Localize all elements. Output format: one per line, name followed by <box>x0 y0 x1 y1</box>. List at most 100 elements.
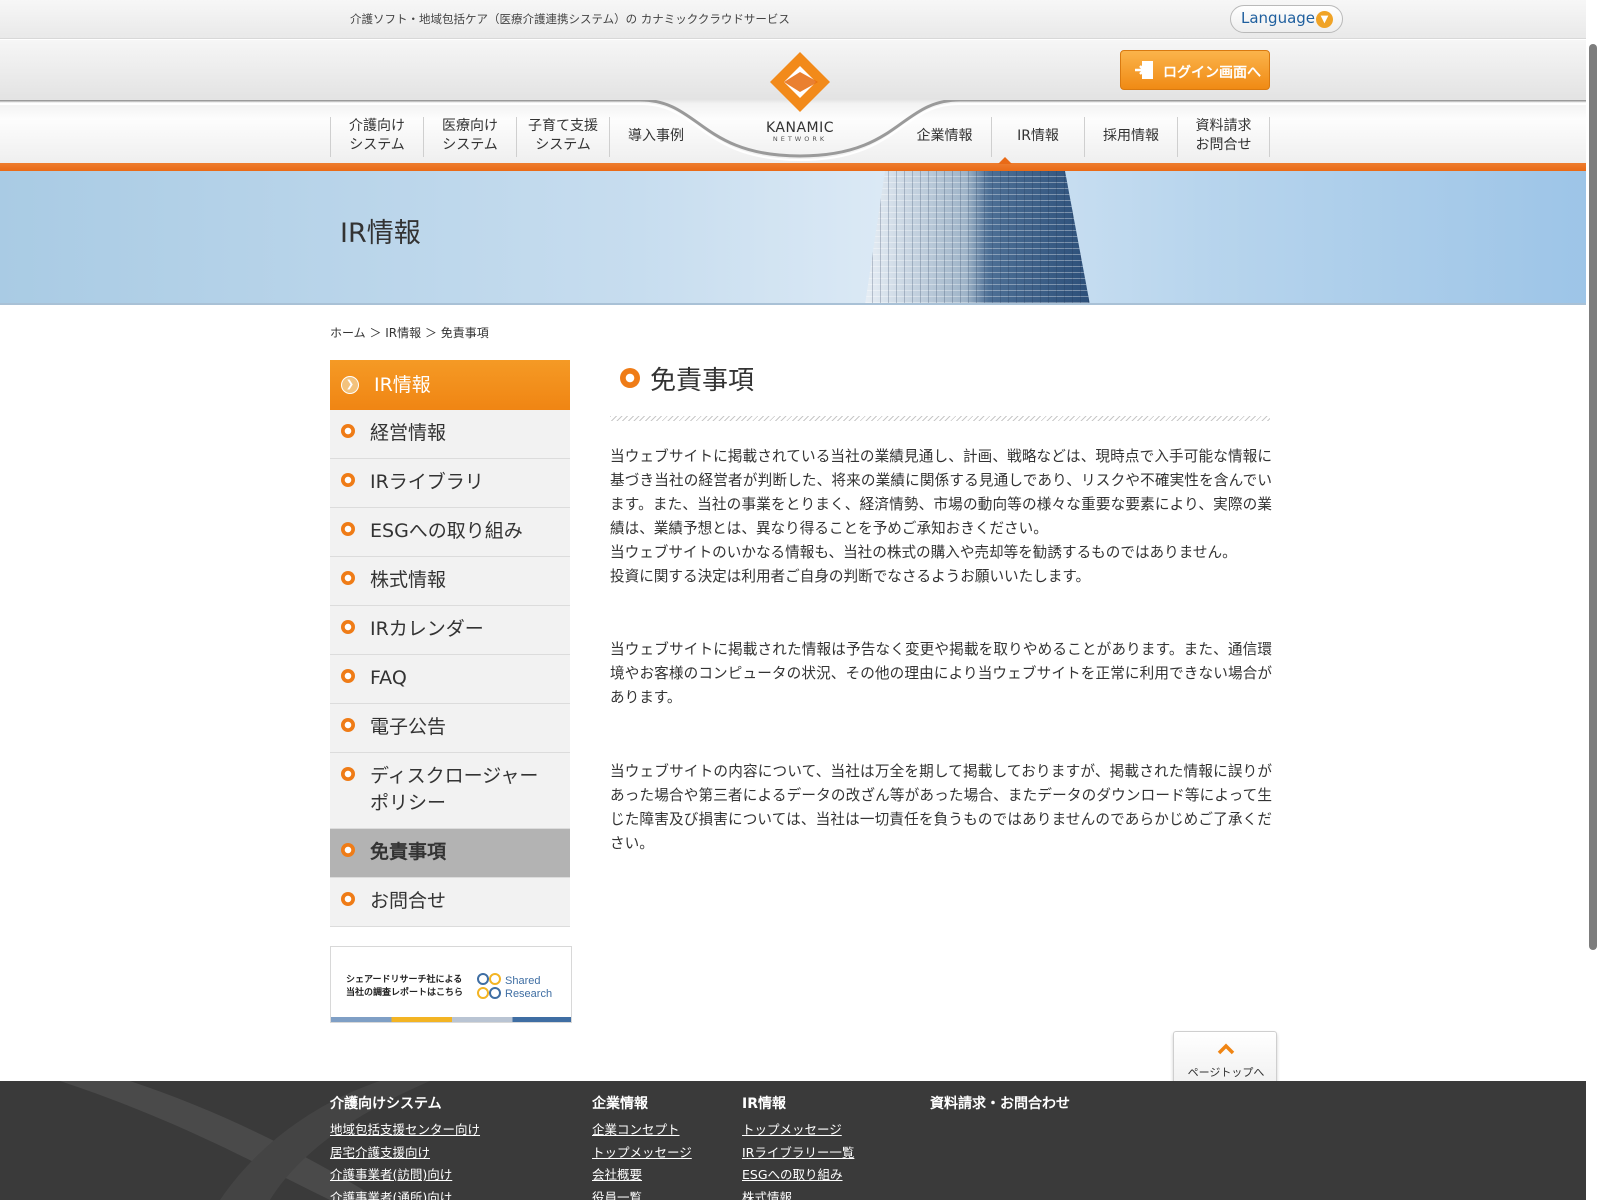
language-button[interactable]: Language ▼ <box>1230 5 1343 33</box>
page-top-label: ページトップへ <box>1187 1066 1265 1079</box>
banner-color-bar <box>331 1017 571 1022</box>
nav-label: IR情報 <box>1017 128 1059 144</box>
banner-text: シェアードリサーチ社による 当社の調査レポートはこちら <box>346 975 464 998</box>
banner-brand-2: Research <box>505 988 552 1000</box>
bullet-icon <box>341 522 355 536</box>
sidebar: ❯ IR情報 経営情報 IRライブラリ ESGへの取り組み 株式情報 IRカレン… <box>330 360 570 927</box>
footer-heading: IR情報 <box>742 1096 786 1112</box>
nav-label: 資料請求 お問合せ <box>1195 118 1252 153</box>
footer: 介護向けシステム 地域包括支援センター向け 居宅介護支援向け 介護事業者(訪問)… <box>0 1081 1600 1200</box>
nav-active-pointer <box>998 157 1012 164</box>
footer-link[interactable]: 会社概要 <box>592 1164 692 1187</box>
footer-link[interactable]: 地域包括支援センター向け <box>330 1119 480 1142</box>
sidebar-item-contact[interactable]: お問合せ <box>330 878 570 927</box>
footer-column-kaigo: 介護向けシステム 地域包括支援センター向け 居宅介護支援向け 介護事業者(訪問)… <box>330 1093 480 1200</box>
footer-column-contact: 資料請求・お問合わせ <box>930 1093 1070 1119</box>
sidebar-item-label: ESGへの取り組み <box>370 520 523 542</box>
logo-word: KANAMIC <box>765 120 835 136</box>
nav-label: 介護向け システム <box>349 118 405 153</box>
bullet-icon <box>341 669 355 683</box>
sidebar-item-label: FAQ <box>370 667 407 689</box>
sidebar-item-label: お問合せ <box>370 890 447 912</box>
nav-label: 企業情報 <box>916 128 973 144</box>
shared-research-banner[interactable]: シェアードリサーチ社による 当社の調査レポートはこちら Shared Resea… <box>330 946 572 1023</box>
footer-link[interactable]: 株式情報 <box>742 1187 854 1200</box>
login-button[interactable]: ログイン画面へ <box>1120 50 1270 90</box>
sidebar-item-esg[interactable]: ESGへの取り組み <box>330 508 570 557</box>
sidebar-heading-ir[interactable]: ❯ IR情報 <box>330 360 570 410</box>
nav-recruit[interactable]: 採用情報 <box>1084 117 1177 157</box>
chevron-up-icon <box>1217 1043 1235 1055</box>
sidebar-item-label: 経営情報 <box>370 422 447 444</box>
disclaimer-paragraph-3: 当ウェブサイトの内容について、当社は万全を期して掲載しておりますが、掲載された情… <box>610 763 1272 852</box>
nav-company-info[interactable]: 企業情報 <box>898 117 991 157</box>
footer-link[interactable]: 介護事業者(訪問)向け <box>330 1164 480 1187</box>
nav-case-studies[interactable]: 導入事例 <box>609 117 702 157</box>
sidebar-item-label: 株式情報 <box>370 569 447 591</box>
login-label: ログイン画面へ <box>1163 65 1261 81</box>
kanamic-logo-mark-icon <box>770 52 830 112</box>
footer-heading: 介護向けシステム <box>330 1096 442 1112</box>
top-bar: 介護ソフト・地域包括ケア（医療介護連携システム）の カナミッククラウドサービス … <box>0 0 1600 39</box>
content-title: 免責事項 <box>620 360 754 397</box>
nav-contact[interactable]: 資料請求 お問合せ <box>1177 117 1270 157</box>
footer-link[interactable]: ESGへの取り組み <box>742 1164 854 1187</box>
site-tagline: 介護ソフト・地域包括ケア（医療介護連携システム）の カナミッククラウドサービス <box>350 12 790 26</box>
login-door-icon <box>1135 61 1153 79</box>
nav-label: 導入事例 <box>628 128 684 144</box>
title-bullet-icon <box>620 368 640 388</box>
sidebar-item-management[interactable]: 経営情報 <box>330 410 570 459</box>
disclaimer-paragraph-2: 当ウェブサイトに掲載された情報は予告なく変更や掲載を取りやめることがあります。ま… <box>610 641 1272 706</box>
breadcrumb[interactable]: ホーム ＞ IR情報 ＞ 免責事項 <box>330 324 489 341</box>
footer-link[interactable]: IRライブラリー一覧 <box>742 1142 854 1165</box>
footer-column-company: 企業情報 企業コンセプト トップメッセージ 会社概要 役員一覧 <box>592 1093 692 1200</box>
shared-research-logo-icon: Shared Research <box>477 973 552 1000</box>
banner-brand-1: Shared <box>505 975 540 987</box>
building-image <box>865 171 1090 303</box>
bullet-icon <box>341 620 355 634</box>
sidebar-item-faq[interactable]: FAQ <box>330 655 570 704</box>
footer-link[interactable]: トップメッセージ <box>742 1119 854 1142</box>
sidebar-item-label: ディスクロージャー ポリシー <box>370 765 539 814</box>
footer-link[interactable]: 企業コンセプト <box>592 1119 692 1142</box>
sidebar-item-stock[interactable]: 株式情報 <box>330 557 570 606</box>
footer-heading[interactable]: 資料請求・お問合わせ <box>930 1093 1070 1113</box>
page-scrollbar[interactable] <box>1586 0 1600 1200</box>
chevron-down-icon: ▼ <box>1316 11 1333 28</box>
bullet-icon <box>341 473 355 487</box>
nav-kaigo-system[interactable]: 介護向け システム <box>330 117 423 157</box>
kanamic-logo[interactable]: KANAMIC NETWORK <box>758 48 842 148</box>
bullet-icon <box>341 571 355 585</box>
page-title: IR情報 <box>340 218 421 249</box>
sidebar-item-disclaimer[interactable]: 免責事項 <box>330 829 570 878</box>
scrollbar-thumb[interactable] <box>1589 44 1597 950</box>
footer-heading: 企業情報 <box>592 1096 648 1112</box>
nav-label: 医療向け システム <box>442 118 498 153</box>
footer-column-ir: IR情報 トップメッセージ IRライブラリー一覧 ESGへの取り組み 株式情報 <box>742 1093 854 1200</box>
sidebar-item-ir-calendar[interactable]: IRカレンダー <box>330 606 570 655</box>
nav-orange-line <box>0 163 1600 171</box>
sidebar-item-label: 免責事項 <box>370 841 447 863</box>
language-label: Language <box>1241 9 1316 27</box>
logo-sub: NETWORK <box>772 135 828 143</box>
nav-label: 子育て支援 システム <box>528 118 598 153</box>
sidebar-item-public-notice[interactable]: 電子公告 <box>330 704 570 753</box>
content-title-text: 免責事項 <box>650 366 755 396</box>
sidebar-item-ir-library[interactable]: IRライブラリ <box>330 459 570 508</box>
nav-ir-info[interactable]: IR情報 <box>991 117 1084 157</box>
footer-link[interactable]: 役員一覧 <box>592 1187 692 1200</box>
bullet-icon <box>341 767 355 781</box>
sidebar-item-label: 電子公告 <box>370 716 447 738</box>
footer-link[interactable]: 居宅介護支援向け <box>330 1142 480 1165</box>
footer-link[interactable]: 介護事業者(通所)向け <box>330 1187 480 1200</box>
bullet-icon <box>341 424 355 438</box>
footer-link[interactable]: トップメッセージ <box>592 1142 692 1165</box>
bullet-icon <box>341 892 355 906</box>
nav-kosodate-system[interactable]: 子育て支援 システム <box>516 117 609 157</box>
bullet-icon <box>341 843 355 857</box>
nav-iryo-system[interactable]: 医療向け システム <box>423 117 516 157</box>
hero-banner: IR情報 <box>0 171 1600 305</box>
nav-label: 採用情報 <box>1103 128 1159 144</box>
sidebar-item-disclosure-policy[interactable]: ディスクロージャー ポリシー <box>330 753 570 829</box>
disclaimer-paragraph-1: 当ウェブサイトに掲載されている当社の業績見通し、計画、戦略などは、現時点で入手可… <box>610 448 1272 585</box>
